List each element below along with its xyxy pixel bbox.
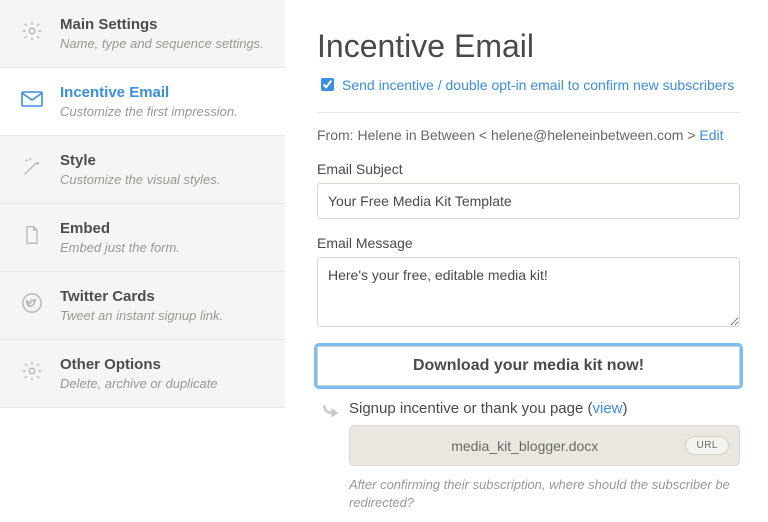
- from-name: Helene in Between: [357, 127, 475, 143]
- divider: [317, 112, 740, 113]
- sidebar-item-sub: Delete, archive or duplicate: [60, 376, 218, 391]
- envelope-icon: [18, 85, 46, 113]
- sidebar-item-label: Style: [60, 152, 220, 170]
- sidebar-item-sub: Name, type and sequence settings.: [60, 36, 264, 51]
- file-icon: [18, 221, 46, 249]
- email-message-textarea[interactable]: Here's your free, editable media kit!: [317, 257, 740, 327]
- sidebar-item-style[interactable]: Style Customize the visual styles.: [0, 136, 285, 204]
- sidebar-item-sub: Tweet an instant signup link.: [60, 308, 223, 323]
- incentive-file-name: media_kit_blogger.docx: [364, 438, 685, 454]
- sidebar-item-label: Other Options: [60, 356, 218, 374]
- view-link[interactable]: view: [593, 400, 623, 417]
- sidebar-item-label: Main Settings: [60, 16, 264, 34]
- sidebar-item-label: Embed: [60, 220, 180, 238]
- optin-label: Send incentive / double opt-in email to …: [342, 77, 734, 93]
- from-email: helene@heleneinbetween.com: [491, 127, 683, 143]
- edit-from-link[interactable]: Edit: [699, 127, 723, 143]
- sidebar-item-sub: Customize the visual styles.: [60, 172, 220, 187]
- page-title: Incentive Email: [317, 28, 740, 65]
- optin-checkbox[interactable]: [321, 78, 334, 91]
- email-subject-input[interactable]: [317, 183, 740, 219]
- from-line: From: Helene in Between < helene@helenei…: [317, 127, 740, 143]
- email-message-label: Email Message: [317, 235, 740, 251]
- optin-row: Send incentive / double opt-in email to …: [317, 75, 740, 94]
- main-panel: Incentive Email Send incentive / double …: [285, 0, 768, 522]
- url-button[interactable]: URL: [685, 436, 729, 455]
- arrow-right-icon: [317, 400, 345, 424]
- sidebar-item-main-settings[interactable]: Main Settings Name, type and sequence se…: [0, 0, 285, 68]
- sidebar-item-sub: Customize the first impression.: [60, 104, 238, 119]
- download-button[interactable]: Download your media kit now!: [317, 346, 740, 386]
- signup-title: Signup incentive or thank you page (view…: [349, 400, 740, 417]
- sidebar-item-twitter-cards[interactable]: Twitter Cards Tweet an instant signup li…: [0, 272, 285, 340]
- sidebar-item-sub: Embed just the form.: [60, 240, 180, 255]
- sidebar-item-other-options[interactable]: Other Options Delete, archive or duplica…: [0, 340, 285, 408]
- redirect-helper-text: After confirming their subscription, whe…: [349, 476, 740, 512]
- wand-icon: [18, 153, 46, 181]
- gear-icon: [18, 357, 46, 385]
- from-prefix: From:: [317, 127, 357, 143]
- sidebar-item-embed[interactable]: Embed Embed just the form.: [0, 204, 285, 272]
- gear-icon: [18, 17, 46, 45]
- sidebar-item-label: Twitter Cards: [60, 288, 223, 306]
- sidebar-item-label: Incentive Email: [60, 84, 238, 102]
- email-subject-label: Email Subject: [317, 161, 740, 177]
- sidebar-item-incentive-email[interactable]: Incentive Email Customize the first impr…: [0, 68, 285, 136]
- twitter-icon: [18, 289, 46, 317]
- settings-sidebar: Main Settings Name, type and sequence se…: [0, 0, 285, 522]
- incentive-file-box[interactable]: media_kit_blogger.docx URL: [349, 425, 740, 466]
